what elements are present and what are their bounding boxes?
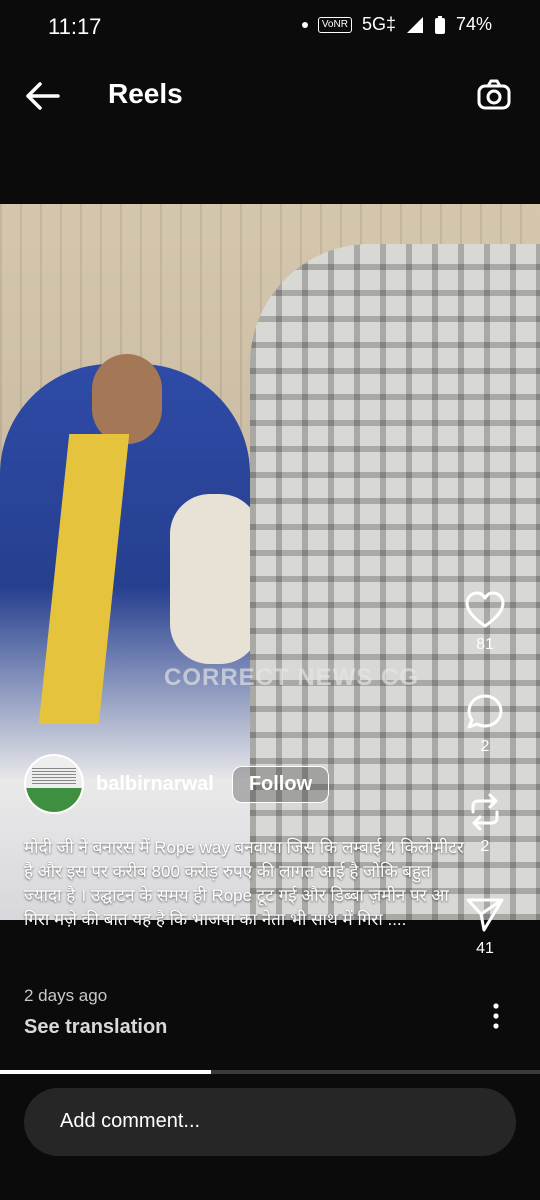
status-bar: 11:17 VoNR 5G‡ 74% (0, 0, 540, 56)
share-count: 41 (476, 940, 494, 957)
heart-icon[interactable] (464, 590, 506, 630)
like-action[interactable]: 81 (450, 590, 520, 654)
comment-bubble-icon[interactable] (464, 692, 506, 732)
repost-icon[interactable] (464, 792, 506, 832)
video-face (92, 354, 162, 444)
comment-action[interactable]: 2 (450, 692, 520, 756)
app-bar: Reels (0, 56, 540, 136)
more-options-icon[interactable] (486, 1002, 506, 1030)
follow-button[interactable]: Follow (231, 765, 330, 803)
battery-percent: 74% (455, 14, 492, 34)
avatar[interactable] (24, 754, 84, 814)
add-comment-field[interactable]: Add comment... (24, 1088, 516, 1156)
video-progress-bar[interactable] (0, 1070, 540, 1074)
page-title: Reels (108, 78, 183, 109)
video-progress-fill (0, 1070, 211, 1074)
author-username[interactable]: balbirnarwal (96, 773, 214, 796)
video-watermark: CORRECT NEWS CG (164, 664, 419, 691)
add-comment-placeholder: Add comment... (60, 1110, 201, 1132)
avatar-grass (26, 788, 82, 812)
comment-count: 2 (480, 738, 490, 755)
reel-caption[interactable]: मोदी जी ने बनारस में Rope way बनवाया जिस… (24, 836, 464, 932)
notification-dot-icon (301, 21, 308, 28)
status-time: 11:17 (48, 14, 102, 39)
post-timestamp: 2 days ago (24, 986, 108, 1005)
see-translation-link[interactable]: See translation (24, 1016, 167, 1039)
back-arrow-icon[interactable] (22, 76, 62, 116)
video-sofa (170, 494, 260, 664)
avatar-text-lines (32, 766, 76, 784)
like-count: 81 (476, 636, 494, 653)
status-icons: VoNR 5G‡ 74% (301, 14, 492, 35)
battery-icon (434, 15, 445, 34)
network-label: 5G‡ (361, 14, 396, 34)
send-icon[interactable] (464, 894, 506, 934)
signal-icon (406, 16, 423, 33)
author-row: balbirnarwal Follow (24, 754, 330, 814)
vonr-badge: VoNR (317, 16, 352, 33)
camera-icon[interactable] (474, 76, 514, 116)
